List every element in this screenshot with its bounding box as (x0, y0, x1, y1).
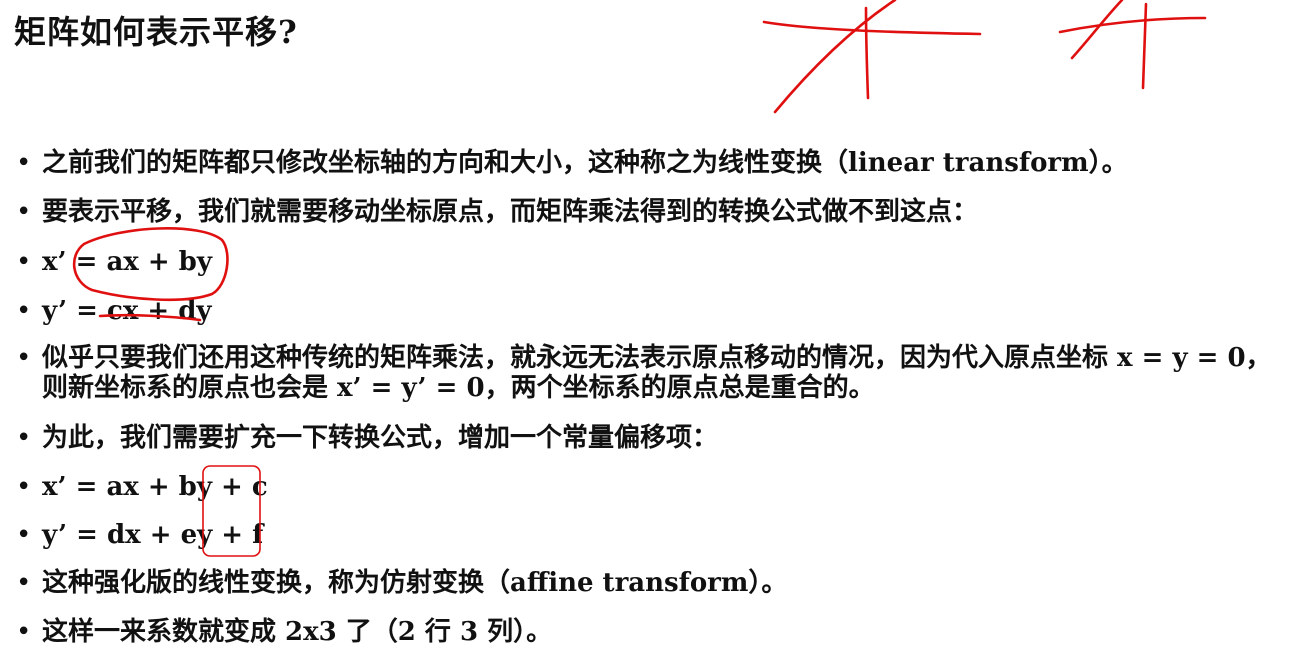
formula-text: y’ = cx + dy (42, 296, 212, 326)
bullet-text: 要表示平移，我们就需要移动坐标原点，而矩阵乘法得到的转换公式做不到这点： (42, 197, 979, 227)
formula-text: y’ = dx + ey + f (42, 520, 264, 550)
bullet-marker: • (16, 148, 32, 178)
bullet-marker: • (16, 617, 32, 647)
bullet-item-2: • 要表示平移，我们就需要移动坐标原点，而矩阵乘法得到的转换公式做不到这点： (14, 196, 1299, 228)
ink-axis-vertical-1 (864, 6, 870, 100)
ink-axis-horizontal-2 (1058, 16, 1207, 34)
bullet-item-10: • 这样一来系数就变成 2x3 了（2 行 3 列）。 (14, 616, 1299, 648)
bullet-item-9: • 这种强化版的线性变换，称为仿射变换（affine transform）。 (14, 567, 1299, 599)
formula-text: x’ = ax + by (42, 247, 212, 277)
ink-axis-horizontal-1 (762, 20, 982, 36)
bullet-marker: • (16, 568, 32, 598)
bullet-item-6: • 为此，我们需要扩充一下转换公式，增加一个常量偏移项： (14, 422, 1299, 454)
bullet-marker: • (16, 423, 32, 453)
bullet-marker: • (16, 343, 32, 373)
bullet-text: 这样一来系数就变成 2x3 了（2 行 3 列）。 (42, 617, 553, 647)
bullet-text: 之前我们的矩阵都只修改坐标轴的方向和大小，这种称之为线性变换（linear tr… (42, 148, 1128, 178)
bullet-marker: • (16, 247, 32, 277)
slide-title: 矩阵如何表示平移? (14, 13, 298, 51)
ink-axis-vertical-2 (1141, 2, 1148, 90)
bullet-marker: • (16, 296, 32, 326)
bullet-marker: • (16, 520, 32, 550)
bullet-item-1: • 之前我们的矩阵都只修改坐标轴的方向和大小，这种称之为线性变换（linear … (14, 147, 1299, 179)
ink-skew-line-1 (773, 0, 897, 114)
bullet-item-5: • 似乎只要我们还用这种传统的矩阵乘法，就永远无法表示原点移动的情况，因为代入原… (14, 343, 1272, 403)
bullet-item-3: • x’ = ax + by (14, 246, 642, 278)
bullet-text: 似乎只要我们还用这种传统的矩阵乘法，就永远无法表示原点移动的情况，因为代入原点坐… (42, 343, 1272, 403)
bullet-item-8: • y’ = dx + ey + f (14, 519, 642, 551)
bullet-marker: • (16, 472, 32, 502)
bullet-marker: • (16, 197, 32, 227)
slide: 矩阵如何表示平移? • 之前我们的矩阵都只修改坐标轴的方向和大小，这种称之为线性… (0, 0, 1299, 671)
formula-text: x’ = ax + by + c (42, 472, 268, 502)
bullet-text: 这种强化版的线性变换，称为仿射变换（affine transform）。 (42, 568, 788, 598)
bullet-item-4: • y’ = cx + dy (14, 295, 642, 327)
bullet-item-7: • x’ = ax + by + c (14, 471, 642, 503)
ink-skew-line-2 (1070, 0, 1124, 60)
bullet-text: 为此，我们需要扩充一下转换公式，增加一个常量偏移项： (42, 423, 719, 453)
